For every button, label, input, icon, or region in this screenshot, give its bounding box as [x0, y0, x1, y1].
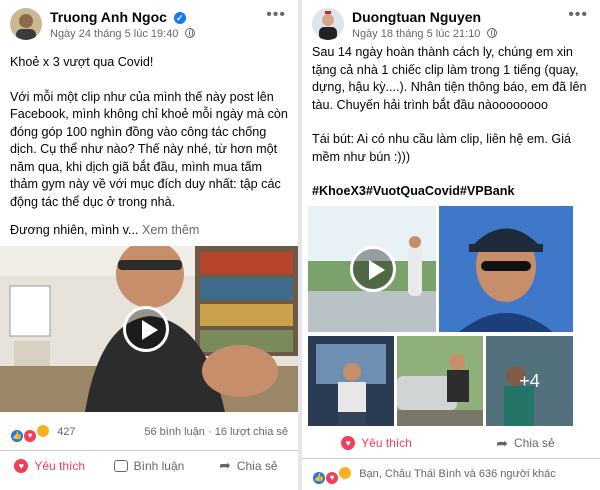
- share-count[interactable]: 16 lượt chia sẻ: [215, 426, 288, 438]
- globe-icon: [184, 28, 195, 38]
- post-left: Truong Anh Ngoc ✓ Ngày 24 tháng 5 lúc 19…: [0, 0, 298, 490]
- share-button[interactable]: ➦ Chia sẻ: [451, 428, 600, 458]
- love-label: Yêu thích: [34, 458, 86, 473]
- engagement-counts: 56 bình luận · 16 lượt chia sẻ: [144, 426, 288, 438]
- avatar[interactable]: [10, 8, 42, 40]
- love-button[interactable]: ♥ Yêu thích: [0, 451, 99, 480]
- video-thumbnail[interactable]: [308, 206, 436, 332]
- post-paragraph: Với mỗi một clip như của mình thế này po…: [10, 89, 288, 209]
- like-reaction-icon: 👍: [312, 471, 326, 485]
- post-text: Khoẻ x 3 vượt qua Covid! Với mỗi một cli…: [0, 54, 298, 240]
- action-bar: ♥ Yêu thích Bình luận ➦ Chia sẻ: [0, 450, 298, 480]
- play-icon[interactable]: [123, 306, 169, 352]
- love-button[interactable]: ♥ Yêu thích: [302, 428, 451, 458]
- share-label: Chia sẻ: [236, 458, 278, 473]
- share-icon: ➦: [219, 457, 231, 473]
- reaction-summary[interactable]: 👍 ♥ Bạn, Châu Thái Bình và 636 người khá…: [312, 466, 556, 485]
- post-paragraph-1: Sau 14 ngày hoàn thành cách ly, chúng em…: [312, 45, 587, 112]
- heart-icon: ♥: [14, 458, 29, 473]
- photo-more[interactable]: +4: [486, 336, 573, 426]
- author-name[interactable]: Truong Anh Ngoc ✓: [50, 9, 186, 25]
- post-date[interactable]: Ngày 24 tháng 5 lúc 19:40: [50, 28, 178, 40]
- post-right: Duongtuan Nguyen Ngày 18 tháng 5 lúc 21:…: [302, 0, 600, 490]
- share-button[interactable]: ➦ Chia sẻ: [199, 451, 298, 480]
- reaction-count: 427: [57, 426, 76, 438]
- haha-reaction-icon: [338, 466, 353, 480]
- post-truncated: Đương nhiên, mình v... Xem thêm: [10, 222, 288, 240]
- reaction-summary[interactable]: 👍 ♥ 427: [10, 424, 76, 443]
- hashtags[interactable]: #KhoeX3#VuotQuaCovid#VPBank: [312, 183, 590, 201]
- video-thumbnail[interactable]: [0, 246, 298, 412]
- see-more-link[interactable]: Xem thêm: [142, 223, 199, 237]
- photo-portrait[interactable]: [439, 206, 573, 332]
- share-icon: ➦: [496, 434, 509, 451]
- comment-label: Bình luận: [133, 458, 185, 473]
- more-photos-count[interactable]: +4: [486, 336, 573, 426]
- play-icon[interactable]: [350, 246, 396, 292]
- verified-icon: ✓: [173, 12, 186, 24]
- love-reaction-icon: ♥: [325, 471, 340, 485]
- post-meta: Ngày 18 tháng 5 lúc 21:10: [352, 28, 497, 40]
- post-date[interactable]: Ngày 18 tháng 5 lúc 21:10: [352, 28, 480, 40]
- post-header: Truong Anh Ngoc ✓ Ngày 24 tháng 5 lúc 19…: [0, 0, 298, 44]
- comment-icon: [113, 459, 128, 472]
- more-options-button[interactable]: •••: [266, 6, 286, 24]
- photo-thumbnail[interactable]: [397, 336, 483, 426]
- author-name-text[interactable]: Truong Anh Ngoc: [50, 9, 167, 25]
- avatar[interactable]: [312, 8, 344, 40]
- post-header: Duongtuan Nguyen Ngày 18 tháng 5 lúc 21:…: [302, 0, 600, 44]
- love-reaction-icon: ♥: [23, 429, 38, 443]
- post-title-line: Khoẻ x 3 vượt qua Covid!: [10, 55, 154, 69]
- author-name[interactable]: Duongtuan Nguyen: [352, 9, 481, 25]
- post-meta: Ngày 24 tháng 5 lúc 19:40: [50, 28, 195, 40]
- action-bar: ♥ Yêu thích ➦ Chia sẻ: [302, 428, 600, 458]
- more-options-button[interactable]: •••: [568, 6, 588, 24]
- love-label: Yêu thích: [361, 436, 412, 450]
- photo-thumbnail[interactable]: [308, 336, 394, 426]
- haha-reaction-icon: [36, 424, 51, 438]
- truncated-text: Đương nhiên, mình v...: [10, 223, 139, 237]
- post-paragraph-2: Tái bút: Ai có nhu cầu làm clip, liên hệ…: [312, 132, 572, 164]
- like-reaction-icon: 👍: [10, 429, 24, 443]
- comment-count[interactable]: 56 bình luận: [144, 426, 205, 438]
- share-label: Chia sẻ: [514, 436, 555, 450]
- globe-icon: [486, 28, 497, 38]
- heart-icon: ♥: [341, 436, 356, 450]
- reactions-text: Bạn, Châu Thái Bình và 636 người khác: [359, 468, 556, 480]
- separator: [302, 458, 600, 459]
- comment-button[interactable]: Bình luận: [99, 451, 198, 480]
- post-text: Sau 14 ngày hoàn thành cách ly, chúng em…: [302, 44, 600, 201]
